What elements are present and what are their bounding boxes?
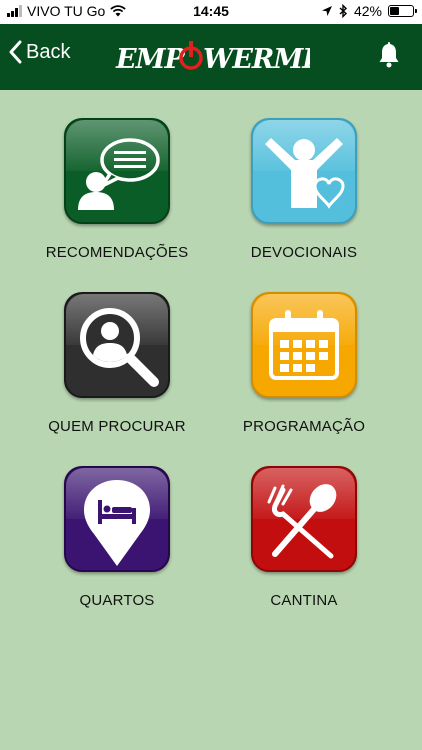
battery-icon [388, 5, 417, 17]
location-arrow-icon [321, 6, 332, 16]
menu-item-quem-procurar[interactable]: QUEM PROCURAR [22, 292, 212, 435]
calendar-icon [269, 310, 339, 380]
recomendacoes-tile-icon [64, 118, 170, 224]
menu-item-label: PROGRAMAÇÃO [242, 418, 366, 435]
menu-item-devocionais[interactable]: DEVOCIONAIS [209, 118, 399, 261]
status-bar: VIVO TU Go 14:45 42% [0, 0, 422, 24]
notifications-button[interactable] [378, 42, 400, 73]
bluetooth-icon [339, 4, 347, 18]
app-logo: EMP WERMENT [110, 34, 368, 78]
programacao-tile-icon [251, 292, 357, 398]
bell-icon [379, 42, 399, 68]
search-person-icon [80, 308, 159, 387]
worship-heart-icon [265, 138, 345, 209]
devocionais-tile-icon [251, 118, 357, 224]
svg-text:EMP: EMP [115, 44, 185, 75]
chevron-left-icon [9, 40, 22, 64]
back-button[interactable]: Back [8, 40, 70, 64]
menu-item-recomendacoes[interactable]: RECOMENDAÇÕES [22, 118, 212, 261]
cantina-tile-icon [251, 466, 357, 572]
menu-item-label: RECOMENDAÇÕES [45, 244, 189, 261]
menu-item-label: QUARTOS [79, 592, 155, 609]
menu-item-label: QUEM PROCURAR [48, 418, 186, 435]
fork-spoon-icon [267, 484, 337, 559]
nav-bar: Back EMP WERMENT [0, 24, 422, 90]
status-right: 42% [321, 3, 417, 19]
bed-pin-icon [84, 480, 150, 566]
menu-item-cantina[interactable]: CANTINA [209, 466, 399, 609]
menu-item-quartos[interactable]: QUARTOS [22, 466, 212, 609]
quartos-tile-icon [64, 466, 170, 572]
logo-graphic: EMP WERMENT [115, 41, 368, 75]
chat-person-icon [78, 138, 160, 210]
svg-text:WERMENT: WERMENT [203, 44, 310, 75]
menu-item-label: DEVOCIONAIS [250, 244, 358, 261]
quem-procurar-tile-icon [64, 292, 170, 398]
battery-percent: 42% [353, 3, 382, 19]
menu-item-label: CANTINA [270, 592, 338, 609]
menu-item-programacao[interactable]: PROGRAMAÇÃO [209, 292, 399, 435]
back-label: Back [26, 40, 71, 63]
